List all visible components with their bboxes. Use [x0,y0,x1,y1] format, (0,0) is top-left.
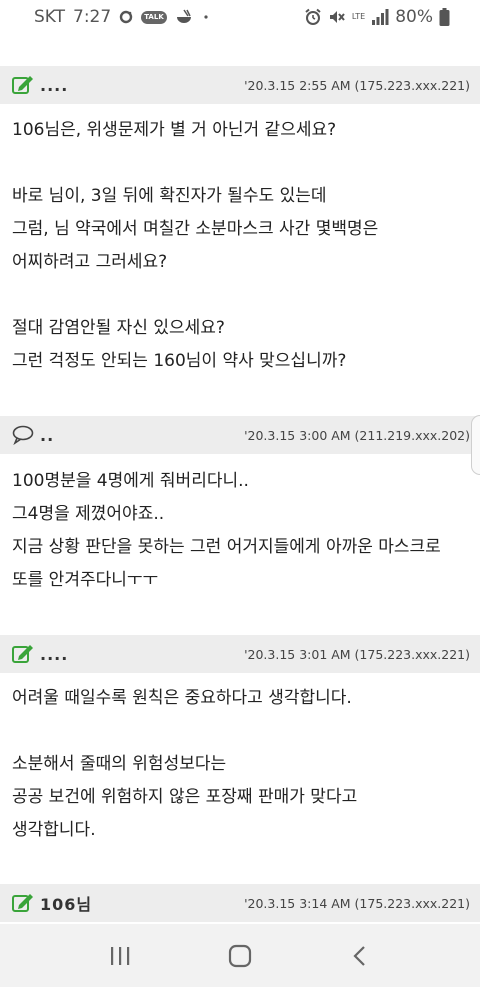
alarm-icon [304,8,322,26]
comment-line [12,715,470,748]
instagram-icon [119,10,133,24]
comment-nickname[interactable]: .. [40,426,54,445]
comment-nickname[interactable]: .... [40,76,68,95]
comment-line: 106님은, 위생문제가 별 거 아닌거 같으세요? [12,120,337,140]
scroll-handle[interactable] [471,415,480,475]
edit-icon [12,74,34,96]
bowl-icon [175,9,193,25]
navigation-bar [0,924,480,987]
comment-line [12,147,470,180]
battery-icon [439,8,450,26]
comment-nickname[interactable]: 106님 [40,891,92,915]
comment-line: 어려울 때일수록 원칙은 중요하다고 생각합니다. [12,688,352,708]
comment-header: 106님 '20.3.15 3:14 AM (175.223.xxx.221) [0,884,480,922]
comment-header: .. '20.3.15 3:00 AM (211.219.xxx.202) [0,416,480,454]
comment-header: .... '20.3.15 3:01 AM (175.223.xxx.221) [0,635,480,673]
comment-nickname[interactable]: .... [40,645,68,664]
status-bar: SKT 7:27 TALK LTE 80% [0,0,480,34]
comment-line: 바로 님이, 3일 뒤에 확진자가 될수도 있는데 [12,186,327,206]
comment-line [12,279,470,312]
comment-line: 그럼, 님 약국에서 며칠간 소분마스크 사간 몇백명은 [12,219,379,239]
comment-body: 어려울 때일수록 원칙은 중요하다고 생각합니다. 소분해서 줄때의 위험성보다… [12,682,470,847]
comment-line: 그런 걱정도 안되는 160님이 약사 맞으십니까? [12,351,347,371]
comment-meta: '20.3.15 3:00 AM (211.219.xxx.202) [244,427,470,443]
clock: 7:27 [73,7,112,27]
home-icon[interactable] [220,936,260,976]
kakaotalk-icon: TALK [141,10,167,24]
comment-line: 생각합니다. [12,820,96,840]
recent-apps-icon[interactable] [100,936,140,976]
comment-line: 소분해서 줄때의 위험성보다는 [12,754,227,774]
comment-meta: '20.3.15 2:55 AM (175.223.xxx.221) [244,77,470,93]
comment-line: 또를 안겨주다니ㅜㅜ [12,570,159,590]
lte-icon: LTE [352,13,365,21]
comment-header: .... '20.3.15 2:55 AM (175.223.xxx.221) [0,66,480,104]
comment-line: 지금 상황 판단을 못하는 그런 어거지들에게 아까운 마스크로 [12,537,441,557]
back-icon[interactable] [340,936,380,976]
signal-icon [371,9,389,25]
comment-line: 어찌하려고 그러세요? [12,252,168,272]
dot-icon [201,12,211,22]
comment-line: 절대 감염안될 자신 있으세요? [12,318,225,338]
comment-meta: '20.3.15 3:01 AM (175.223.xxx.221) [244,646,470,662]
edit-icon [12,892,34,914]
speech-bubble-icon [12,424,34,446]
battery-percent: 80% [395,7,433,27]
lte-label: LTE [351,12,366,21]
comment-meta: '20.3.15 3:14 AM (175.223.xxx.221) [244,895,470,911]
mute-icon [328,8,346,26]
edit-icon [12,643,34,665]
kakaotalk-label: TALK [141,10,167,24]
comment-body: 106님은, 위생문제가 별 거 아닌거 같으세요? 바로 님이, 3일 뒤에 … [12,114,470,378]
carrier-label: SKT [34,7,66,27]
comment-body: 100명분을 4명에게 줘버리다니.. 그4명을 제꼈어야죠.. 지금 상황 판… [12,465,470,597]
comment-line: 100명분을 4명에게 줘버리다니.. [12,471,249,491]
comment-line: 그4명을 제꼈어야죠.. [12,504,165,524]
comment-line: 공공 보건에 위험하지 않은 포장째 판매가 맞다고 [12,787,358,807]
